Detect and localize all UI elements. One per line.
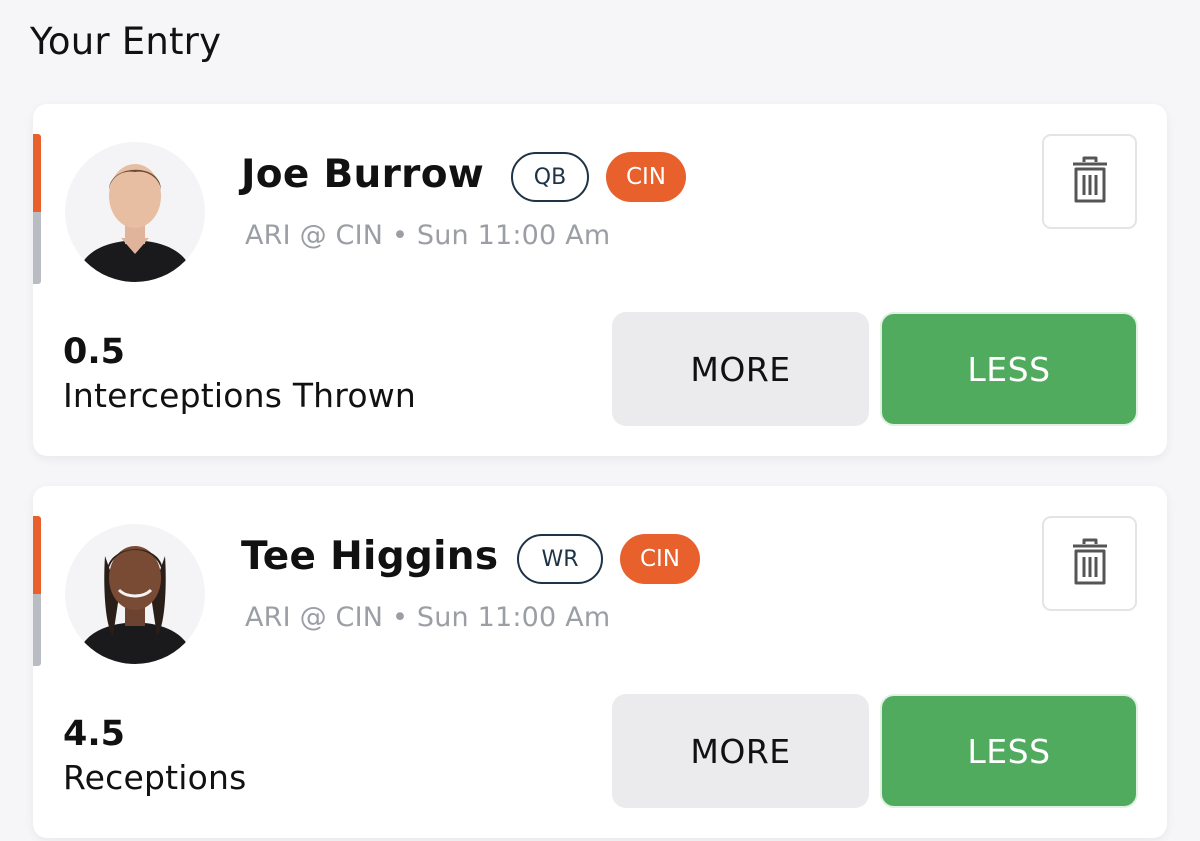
player-name: Joe Burrow — [241, 152, 485, 197]
player-avatar — [65, 516, 205, 666]
game-info: ARI @ CIN • Sun 11:00 Am — [245, 602, 611, 633]
line-value: 4.5 — [63, 714, 126, 754]
less-button[interactable]: LESS — [882, 314, 1136, 424]
team-badge: CIN — [620, 534, 700, 584]
trash-icon — [1071, 156, 1109, 208]
more-button[interactable]: MORE — [612, 694, 869, 808]
delete-entry-button[interactable] — [1042, 516, 1137, 611]
trash-icon — [1071, 538, 1109, 590]
position-badge: QB — [511, 152, 589, 202]
card-status-bar — [33, 134, 41, 284]
entry-card: Joe Burrow QB CIN ARI @ CIN • Sun 11:00 … — [33, 104, 1167, 456]
stat-label: Receptions — [63, 758, 247, 797]
line-value: 0.5 — [63, 332, 126, 372]
position-badge: WR — [517, 534, 603, 584]
delete-entry-button[interactable] — [1042, 134, 1137, 229]
stat-label: Interceptions Thrown — [63, 376, 417, 415]
entry-card: Tee Higgins WR CIN ARI @ CIN • Sun 11:00… — [33, 486, 1167, 838]
more-button[interactable]: MORE — [612, 312, 869, 426]
page-title: Your Entry — [30, 20, 222, 63]
player-name: Tee Higgins — [241, 534, 499, 579]
card-status-bar — [33, 516, 41, 666]
game-info: ARI @ CIN • Sun 11:00 Am — [245, 220, 611, 251]
player-avatar — [65, 134, 205, 284]
less-button[interactable]: LESS — [882, 696, 1136, 806]
team-badge: CIN — [606, 152, 686, 202]
